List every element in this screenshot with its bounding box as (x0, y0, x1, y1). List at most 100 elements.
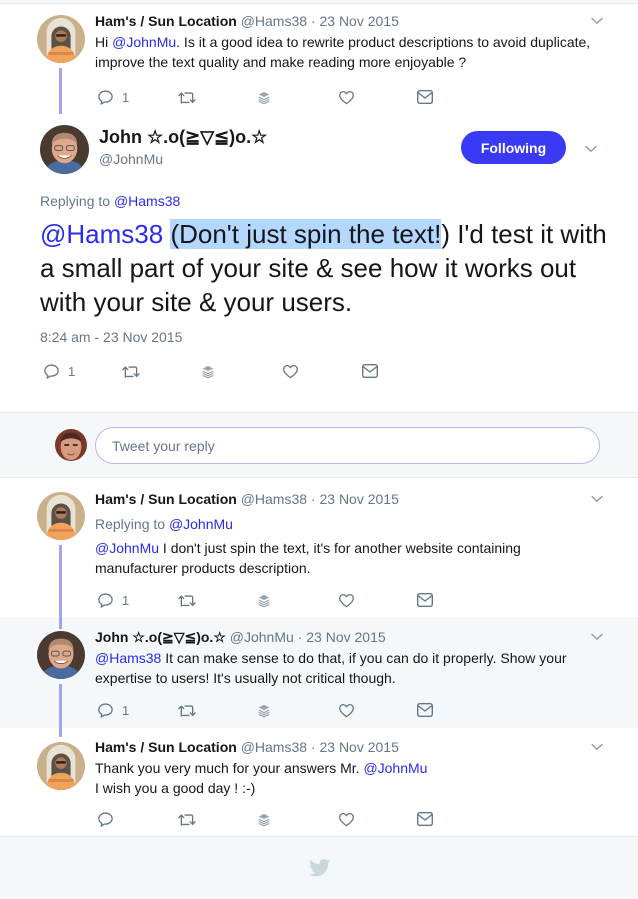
text-segment: I don't just spin the text, it's for ano… (95, 540, 521, 576)
author-handle[interactable]: @Hams38 (241, 491, 307, 507)
direct-message-button[interactable] (416, 590, 434, 610)
reply-button[interactable] (97, 809, 114, 829)
avatar[interactable] (40, 125, 89, 174)
thread-line (59, 68, 62, 112)
chevron-down-icon[interactable] (590, 494, 604, 504)
reply-button[interactable]: 1 (43, 361, 75, 381)
separator: · (307, 739, 320, 755)
reply-icon (43, 363, 60, 380)
author-name[interactable]: John ☆.o(≧▽≦)o.☆ (99, 127, 267, 148)
mention-link[interactable]: @JohnMu (112, 34, 176, 50)
reply-button[interactable]: 1 (97, 700, 129, 720)
retweet-icon (121, 363, 141, 380)
tweet-date[interactable]: 23 Nov 2015 (319, 739, 398, 755)
buffer-button[interactable] (257, 590, 271, 610)
author-name[interactable]: Ham's / Sun Location (95, 13, 237, 29)
retweet-button[interactable] (121, 361, 141, 381)
like-button[interactable] (338, 87, 355, 107)
reply-icon (97, 592, 114, 609)
buffer-icon (257, 90, 271, 105)
like-icon (338, 811, 355, 828)
avatar[interactable] (37, 631, 85, 679)
avatar[interactable] (37, 15, 85, 63)
retweet-icon (177, 702, 197, 719)
buffer-icon (201, 364, 215, 379)
author-handle[interactable]: @JohnMu (99, 151, 163, 167)
like-button[interactable] (282, 361, 299, 381)
chevron-down-icon[interactable] (584, 144, 598, 154)
reply-tweet[interactable]: Ham's / Sun Location @Hams38 · 23 Nov 20… (0, 479, 638, 617)
retweet-button[interactable] (177, 700, 197, 720)
like-button[interactable] (338, 590, 355, 610)
mention-link[interactable]: @Hams38 (40, 219, 163, 249)
reply-button[interactable]: 1 (97, 590, 129, 610)
direct-message-button[interactable] (416, 87, 434, 107)
tweet-date[interactable]: 23 Nov 2015 (319, 13, 398, 29)
replying-to: Replying to @Hams38 (40, 193, 180, 209)
tweet-text: @Hams38 (Don't just spin the text!) I'd … (40, 217, 620, 319)
replying-to-label: Replying to (40, 193, 114, 209)
retweet-icon (177, 811, 197, 828)
buffer-button[interactable] (257, 700, 271, 720)
tweet-header: Ham's / Sun Location @Hams38 · 23 Nov 20… (95, 12, 399, 30)
tweet-date[interactable]: 23 Nov 2015 (319, 491, 398, 507)
dm-icon (361, 363, 379, 379)
dm-icon (416, 811, 434, 827)
mention-link[interactable]: @JohnMu (363, 760, 427, 776)
author-handle[interactable]: @Hams38 (241, 739, 307, 755)
mention-link[interactable]: @JohnMu (95, 540, 159, 556)
tweet-text: Hi @JohnMu. Is it a good idea to rewrite… (95, 32, 615, 72)
author-handle[interactable]: @Hams38 (241, 13, 307, 29)
buffer-icon (257, 703, 271, 718)
buffer-button[interactable] (257, 809, 271, 829)
selected-text: (Don't just spin the text! (170, 219, 442, 249)
current-user-avatar[interactable] (55, 429, 87, 461)
dm-icon (416, 89, 434, 105)
thread-line (59, 617, 62, 629)
author-name[interactable]: Ham's / Sun Location (95, 491, 237, 507)
reply-tweet[interactable]: Ham's / Sun Location @Hams38 · 23 Nov 20… (0, 728, 638, 836)
buffer-button[interactable] (257, 87, 271, 107)
mention-link[interactable]: @JohnMu (169, 516, 233, 532)
chevron-down-icon[interactable] (590, 742, 604, 752)
buffer-icon (257, 812, 271, 827)
tweet-date[interactable]: 23 Nov 2015 (306, 629, 385, 645)
tweet-timestamp[interactable]: 8:24 am - 23 Nov 2015 (40, 329, 182, 345)
direct-message-button[interactable] (416, 700, 434, 720)
direct-message-button[interactable] (416, 809, 434, 829)
tweet-text: @JohnMu I don't just spin the text, it's… (95, 538, 555, 578)
reply-tweet[interactable]: John ☆.o(≧▽≦)o.☆ @JohnMu · 23 Nov 2015 @… (0, 617, 638, 728)
text-segment: It can make sense to do that, if you can… (95, 650, 567, 686)
retweet-button[interactable] (177, 809, 197, 829)
thread-line (59, 108, 62, 114)
author-handle[interactable]: @JohnMu (230, 629, 294, 645)
tweet-text: @Hams38 It can make sense to do that, if… (95, 648, 585, 688)
author-name[interactable]: Ham's / Sun Location (95, 739, 237, 755)
buffer-button[interactable] (201, 361, 215, 381)
reply-count: 1 (122, 592, 130, 608)
avatar[interactable] (37, 742, 85, 790)
like-icon (338, 702, 355, 719)
tweet-reply-input[interactable] (95, 427, 600, 464)
following-button[interactable]: Following (461, 131, 566, 164)
direct-message-button[interactable] (361, 361, 379, 381)
like-button[interactable] (338, 809, 355, 829)
author-name[interactable]: John ☆.o(≧▽≦)o.☆ (95, 629, 226, 645)
retweet-icon (177, 592, 197, 609)
like-button[interactable] (338, 700, 355, 720)
tweet-header: Ham's / Sun Location @Hams38 · 23 Nov 20… (95, 738, 399, 756)
mention-link[interactable]: @Hams38 (95, 650, 161, 666)
retweet-button[interactable] (177, 87, 197, 107)
thread-footer (0, 836, 638, 899)
text-line: I wish you a good day ! :-) (95, 780, 256, 796)
avatar[interactable] (37, 492, 85, 540)
text-segment: Hi (95, 34, 113, 50)
chevron-down-icon[interactable] (590, 16, 604, 26)
reply-composer (0, 412, 638, 478)
reply-button[interactable]: 1 (97, 87, 129, 107)
retweet-icon (177, 89, 197, 106)
chevron-down-icon[interactable] (590, 632, 604, 642)
parent-tweet[interactable]: Ham's / Sun Location @Hams38 · 23 Nov 20… (0, 0, 638, 112)
retweet-button[interactable] (177, 590, 197, 610)
mention-link[interactable]: @Hams38 (114, 193, 180, 209)
